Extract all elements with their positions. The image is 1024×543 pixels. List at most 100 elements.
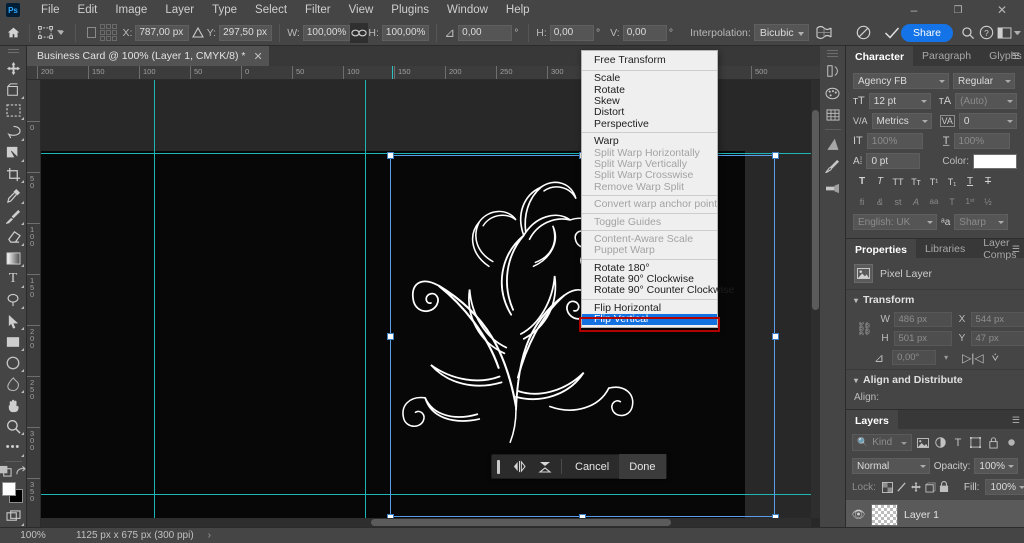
free-transform-context-menu[interactable]: Free Transform Scale Rotate Skew Distort… [581, 50, 734, 329]
transform-floating-toolbar[interactable]: Cancel Done [491, 454, 667, 479]
menu-type[interactable]: Type [203, 0, 246, 20]
menu-filter[interactable]: Filter [296, 0, 340, 20]
tool-gradient[interactable] [1, 248, 26, 269]
search-icon[interactable] [959, 23, 977, 43]
tool-hand[interactable] [1, 395, 26, 416]
transform-handle-middle-left[interactable] [387, 333, 394, 340]
tool-preset-dropdown[interactable] [55, 24, 68, 41]
close-icon[interactable]: ✕ [254, 50, 263, 63]
all-caps-button[interactable]: TT [889, 173, 907, 190]
menu-select[interactable]: Select [246, 0, 296, 20]
tab-character[interactable]: Character [846, 46, 914, 66]
delta-icon[interactable] [189, 23, 207, 43]
filter-toggle-icon[interactable] [1004, 434, 1018, 451]
w-input[interactable]: 100,00% [302, 24, 351, 41]
context-item-warp[interactable]: Warp [582, 135, 717, 147]
flip-horizontal-icon[interactable]: ▷|◁ [962, 351, 984, 365]
tab-libraries[interactable]: Libraries [916, 239, 974, 258]
tool-rectangle[interactable] [1, 332, 26, 353]
tool-pen[interactable] [1, 290, 26, 311]
status-expand-arrow[interactable]: › [208, 530, 211, 541]
free-transform-tool-icon[interactable] [37, 23, 55, 43]
color-wheel-icon[interactable] [821, 82, 845, 104]
context-item-perspective[interactable]: Perspective [582, 118, 717, 130]
angle-input[interactable]: 0,00° [892, 350, 937, 365]
vertical-ruler[interactable]: 0 50 100 150 200 250 300 350 [27, 80, 41, 527]
panel-menu-icon[interactable]: ☰ [1012, 51, 1020, 62]
small-caps-button[interactable]: Tᴛ [907, 173, 925, 190]
tool-brush[interactable] [1, 206, 26, 227]
link-aspect-icon[interactable]: ⛓ [854, 321, 875, 337]
ordinals-button[interactable]: 1ˢᵗ [961, 193, 979, 210]
close-button[interactable]: ✕ [980, 0, 1024, 20]
flip-vertical-icon[interactable] [532, 454, 558, 479]
vertical-scrollbar[interactable] [811, 80, 820, 518]
h-input[interactable]: 501 px [893, 331, 952, 346]
menu-edit[interactable]: Edit [69, 0, 107, 20]
leading-input[interactable]: (Auto) [955, 93, 1017, 109]
tool-crop[interactable] [1, 164, 26, 185]
menu-view[interactable]: View [340, 0, 383, 20]
subscript-button[interactable]: T₁ [943, 173, 961, 190]
transform-handle-top-right[interactable] [772, 152, 779, 159]
bold-button[interactable]: T [853, 173, 871, 190]
help-icon[interactable]: ? [977, 23, 995, 43]
font-family-dropdown[interactable]: Agency FB [853, 73, 949, 89]
filter-smart-icon[interactable] [987, 434, 1001, 451]
menu-plugins[interactable]: Plugins [382, 0, 438, 20]
contextual-alternates-button[interactable]: & [871, 193, 889, 210]
align-section-header[interactable]: ▾ Align and Distribute [846, 369, 1024, 390]
vertical-scale-input[interactable]: 100% [866, 133, 923, 149]
y-input[interactable]: 47 px [970, 331, 1024, 346]
italic-button[interactable]: T [871, 173, 889, 190]
context-item-distort[interactable]: Distort [582, 107, 717, 118]
h-input[interactable]: 100,00% [381, 24, 430, 41]
language-dropdown[interactable]: English: UK [853, 214, 937, 230]
brush-settings-icon[interactable] [821, 177, 845, 199]
document-dimensions[interactable]: 1125 px x 675 px (300 ppi) [76, 530, 194, 541]
tab-layers[interactable]: Layers [846, 410, 898, 429]
skew-v-input[interactable]: 0,00 [622, 24, 667, 41]
transform-section-header[interactable]: ▾ Transform [846, 289, 1024, 310]
tool-rectangular-marquee[interactable] [1, 100, 26, 121]
y-input[interactable]: 297,50 px [219, 24, 273, 41]
swatches-icon[interactable] [821, 104, 845, 126]
tool-path-selection[interactable] [1, 311, 26, 332]
document-tab[interactable]: Business Card @ 100% (Layer 1, CMYK/8) *… [27, 46, 269, 66]
filter-adjustment-icon[interactable] [933, 434, 947, 451]
lock-all-icon[interactable] [939, 480, 949, 495]
tracking-input[interactable]: 0 [958, 113, 1017, 129]
drag-handle[interactable] [497, 459, 500, 474]
context-item-scale[interactable]: Scale [582, 73, 717, 84]
blend-mode-dropdown[interactable]: Normal [852, 458, 930, 474]
tab-paragraph[interactable]: Paragraph [913, 46, 980, 66]
color-swatches[interactable] [2, 481, 24, 503]
font-style-dropdown[interactable]: Regular [953, 73, 1015, 89]
toggle-reference-point-checkbox[interactable] [87, 27, 97, 38]
cancel-button[interactable]: Cancel [565, 454, 619, 479]
link-chain-icon[interactable] [350, 22, 369, 43]
reference-point-grid[interactable] [100, 24, 118, 41]
flip-horizontal-icon[interactable] [506, 454, 532, 479]
menu-file[interactable]: File [32, 0, 69, 20]
panel-grip[interactable] [827, 50, 838, 57]
panel-menu-icon[interactable]: ☰ [1012, 244, 1020, 255]
tool-more[interactable]: ••• [1, 437, 26, 458]
transform-handle-top-left[interactable] [387, 152, 394, 159]
discretionary-ligatures-button[interactable]: st [889, 193, 907, 210]
stylistic-alternates-button[interactable]: T [943, 193, 961, 210]
lock-image-icon[interactable] [896, 480, 907, 495]
foreground-color-swatch[interactable] [2, 481, 16, 496]
menu-window[interactable]: Window [438, 0, 497, 20]
eye-icon[interactable]: 👁 [852, 508, 866, 521]
rotate-view-icon[interactable] [15, 465, 27, 480]
tab-properties[interactable]: Properties [846, 239, 916, 258]
oldstyle-button[interactable]: aa [925, 193, 943, 210]
tool-move[interactable] [1, 58, 26, 79]
standard-ligatures-button[interactable]: fi [853, 193, 871, 210]
maximize-button[interactable]: ❐ [936, 0, 980, 20]
switch-to-warp-icon[interactable] [815, 23, 833, 43]
history-icon[interactable] [821, 60, 845, 82]
screen-mode-icon[interactable] [1, 506, 26, 527]
brush-icon[interactable] [821, 155, 845, 177]
